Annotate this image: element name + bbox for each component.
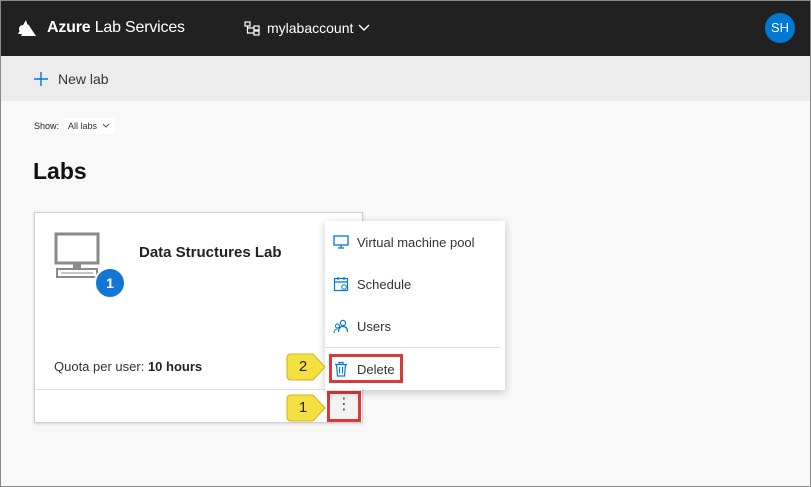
card-divider: [35, 389, 362, 390]
users-icon: [333, 319, 349, 334]
menu-item-label: Virtual machine pool: [357, 234, 475, 250]
callout-number: 2: [298, 358, 308, 375]
show-label: Show:: [34, 121, 60, 131]
plus-icon: [34, 71, 48, 86]
chevron-down-icon: [358, 24, 370, 31]
menu-divider: [325, 347, 501, 348]
callout-number: 1: [298, 399, 308, 416]
more-options-button[interactable]: ⋮: [327, 391, 361, 422]
command-bar: New lab: [1, 56, 810, 101]
menu-item-schedule[interactable]: Schedule: [325, 264, 505, 304]
lab-card[interactable]: 1 Data Structures Lab Quota per user: 10…: [34, 212, 363, 423]
calendar-icon: [333, 277, 349, 292]
menu-item-users[interactable]: Users: [325, 306, 505, 346]
account-selector[interactable]: mylabaccount: [244, 20, 370, 36]
account-name: mylabaccount: [267, 20, 354, 36]
azure-cloud-icon: [18, 20, 36, 36]
page-title: Labs: [33, 158, 87, 184]
lab-name[interactable]: Data Structures Lab: [139, 244, 282, 261]
context-menu: Virtual machine pool Schedule Users Dele…: [325, 221, 505, 390]
chevron-down-icon: [102, 123, 110, 128]
delete-highlight-box: [329, 354, 403, 383]
quota-value: 10 hours: [147, 359, 203, 374]
new-lab-button[interactable]: New lab: [33, 71, 109, 87]
vm-count-badge: 1: [94, 267, 126, 299]
menu-item-virtual-machine-pool[interactable]: Virtual machine pool: [325, 222, 505, 262]
quota-label: Quota per user:: [54, 359, 145, 374]
quota-text: Quota per user: 10 hours: [54, 359, 202, 374]
menu-item-label: Users: [357, 318, 391, 334]
top-bar: Azure Lab Services mylabaccount SH: [1, 1, 810, 56]
brand-title: Azure Lab Services: [47, 19, 185, 36]
show-dropdown[interactable]: All labs: [64, 118, 115, 134]
menu-item-label: Schedule: [357, 276, 412, 292]
callout-step-1: 1: [285, 393, 327, 423]
show-value: All labs: [68, 121, 98, 131]
callout-step-2: 2: [285, 352, 327, 382]
avatar[interactable]: SH: [765, 13, 795, 43]
new-lab-label: New lab: [58, 70, 109, 87]
hierarchy-icon: [244, 20, 260, 36]
monitor-icon: [333, 235, 349, 249]
brand[interactable]: Azure Lab Services: [15, 18, 185, 38]
show-filter: Show: All labs: [34, 118, 115, 134]
